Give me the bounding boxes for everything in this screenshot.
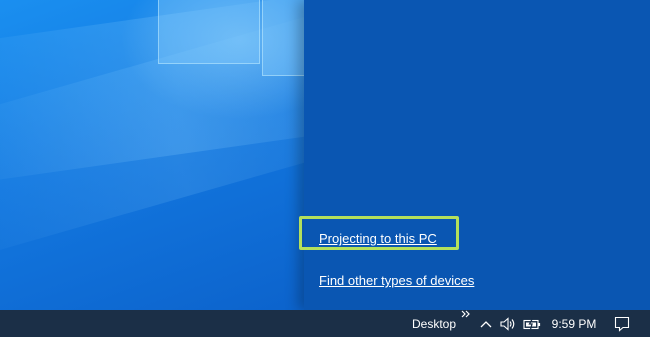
projecting-to-this-pc-link[interactable]: Projecting to this PC (319, 231, 437, 246)
double-chevron-right-icon[interactable] (458, 307, 472, 321)
desktop-wallpaper[interactable] (0, 0, 304, 310)
wallpaper-window-pane (158, 0, 260, 64)
wallpaper-window-pane (262, 0, 304, 76)
taskbar: Desktop 9:59 PM (0, 310, 650, 337)
clock[interactable]: 9:59 PM (548, 310, 600, 337)
notification-icon[interactable] (606, 310, 638, 337)
find-other-devices-link[interactable]: Find other types of devices (319, 273, 474, 288)
battery-icon[interactable] (520, 310, 544, 337)
volume-icon[interactable] (497, 310, 519, 337)
desktop-toolbar-label[interactable]: Desktop (408, 310, 460, 337)
project-side-panel: Projecting to this PC Find other types o… (299, 0, 650, 310)
chevron-up-icon[interactable] (476, 310, 496, 337)
